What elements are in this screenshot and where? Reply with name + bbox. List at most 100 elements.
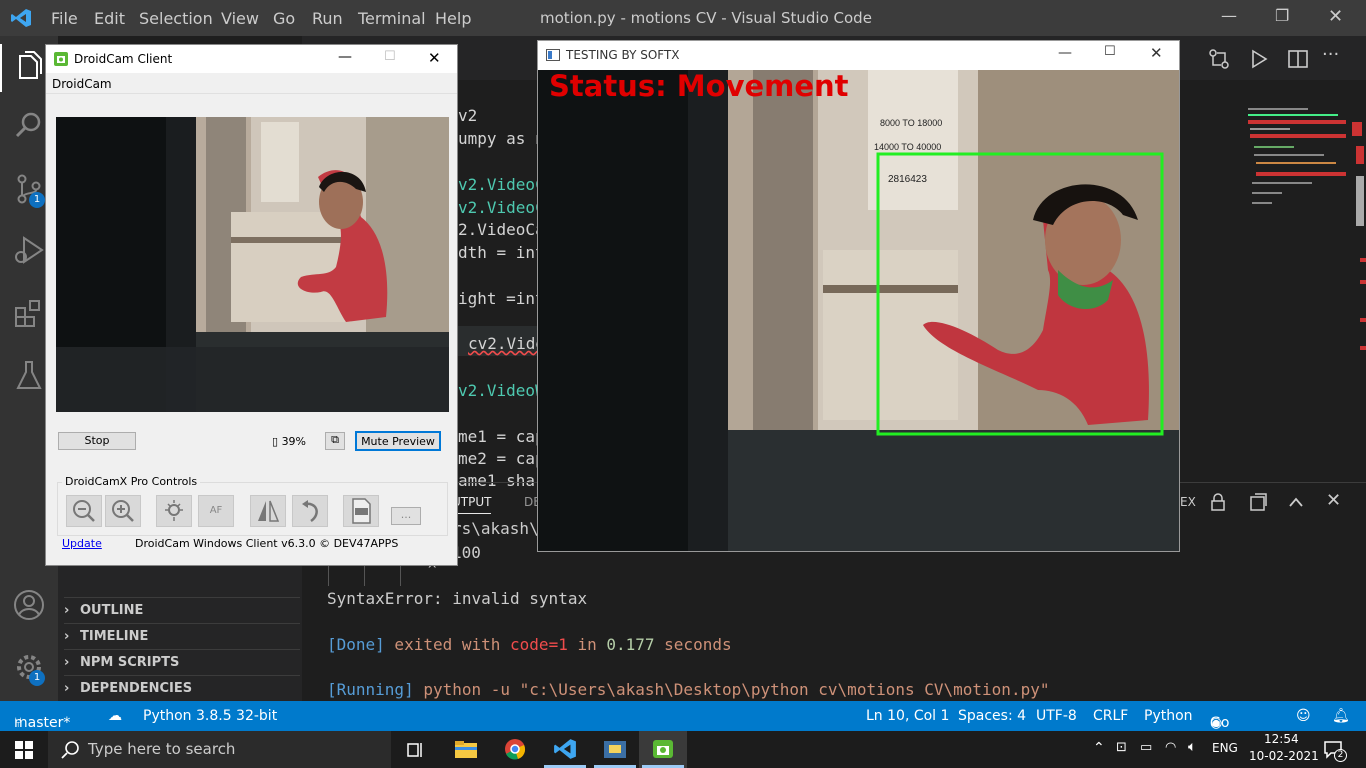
search-icon bbox=[61, 741, 79, 759]
scm-badge: 1 bbox=[29, 192, 45, 208]
output-error: SyntaxError: invalid syntax bbox=[327, 589, 588, 608]
jpg-file-icon bbox=[352, 498, 371, 524]
droidcam-taskbar-icon[interactable] bbox=[651, 738, 675, 760]
more-actions-icon[interactable]: ··· bbox=[1322, 44, 1339, 65]
menu-selection[interactable]: Selection bbox=[139, 9, 213, 28]
clock-time[interactable]: 12:54 bbox=[1264, 732, 1299, 746]
task-view-icon[interactable] bbox=[406, 740, 426, 760]
testing-maximize-icon[interactable]: ☐ bbox=[1104, 44, 1116, 59]
autofocus-button[interactable]: AF bbox=[198, 495, 234, 527]
file-explorer-icon[interactable] bbox=[454, 739, 478, 759]
minimize-icon[interactable]: — bbox=[1221, 6, 1237, 25]
menu-edit[interactable]: Edit bbox=[94, 9, 125, 28]
done-prefix: [Done] bbox=[327, 635, 385, 654]
menu-run[interactable]: Run bbox=[312, 9, 343, 28]
maximize-panel-chevron-up-icon[interactable] bbox=[1287, 494, 1305, 510]
flip-icon bbox=[258, 500, 280, 522]
zoom-in-button[interactable] bbox=[105, 495, 141, 527]
extensions-icon[interactable] bbox=[12, 296, 46, 330]
scrollbar-thumb[interactable] bbox=[1356, 176, 1364, 226]
mute-preview-button[interactable]: Mute Preview bbox=[355, 431, 441, 451]
menu-help[interactable]: Help bbox=[435, 9, 471, 28]
code-line: cv2.Vide bbox=[468, 334, 546, 353]
sidebar-section-timeline[interactable]: › TIMELINE bbox=[64, 623, 300, 649]
code-line: dth = int bbox=[458, 243, 545, 262]
light-bulb-icon bbox=[165, 500, 183, 521]
encoding[interactable]: UTF-8 bbox=[1036, 708, 1077, 724]
close-icon[interactable]: ✕ bbox=[1328, 6, 1343, 27]
split-editor-icon[interactable] bbox=[1287, 48, 1309, 70]
scrollbar-error-marker bbox=[1360, 280, 1366, 284]
minimap[interactable] bbox=[1244, 102, 1348, 518]
run-file-icon[interactable] bbox=[1248, 48, 1270, 70]
clear-output-icon[interactable] bbox=[1248, 492, 1268, 512]
taskbar-search[interactable]: Type here to search bbox=[48, 731, 391, 768]
done-text: exited with bbox=[384, 635, 511, 654]
more-options-button[interactable]: ... bbox=[391, 507, 421, 525]
battery-icon[interactable]: ▭ bbox=[1140, 740, 1152, 755]
sidebar-section-dependencies[interactable]: › DEPENDENCIES bbox=[64, 675, 300, 701]
volume-icon[interactable]: 🔈︎ bbox=[1188, 739, 1196, 755]
search-icon[interactable] bbox=[12, 108, 46, 142]
testing-flask-icon[interactable] bbox=[12, 358, 46, 392]
explorer-icon[interactable] bbox=[12, 48, 46, 82]
notifications-bell-icon[interactable]: 🔔︎ bbox=[1332, 708, 1350, 724]
account-icon[interactable] bbox=[12, 588, 46, 622]
windows-start-icon[interactable] bbox=[15, 741, 33, 759]
clock-date[interactable]: 10-02-2021 bbox=[1249, 749, 1319, 763]
code-line: ame1 shar bbox=[458, 471, 545, 490]
run-debug-icon[interactable] bbox=[12, 233, 46, 267]
language-mode[interactable]: Python bbox=[1144, 708, 1193, 724]
feedback-icon[interactable]: ☺ bbox=[1296, 708, 1311, 724]
active-indicator bbox=[0, 44, 2, 92]
chevron-right-icon: › bbox=[64, 603, 70, 618]
python-window-icon[interactable] bbox=[603, 738, 627, 760]
testing-minimize-icon[interactable]: — bbox=[1058, 45, 1072, 61]
python-interpreter[interactable]: Python 3.8.5 32-bit bbox=[143, 708, 277, 724]
code-line: me2 = cap bbox=[458, 449, 545, 468]
section-label: NPM SCRIPTS bbox=[80, 655, 180, 670]
menu-go[interactable]: Go bbox=[273, 9, 295, 28]
droidcam-close-icon[interactable]: ✕ bbox=[428, 49, 441, 67]
indentation[interactable]: Spaces: 4 bbox=[958, 708, 1026, 724]
lock-icon[interactable] bbox=[1209, 492, 1227, 512]
menu-terminal[interactable]: Terminal bbox=[358, 9, 426, 28]
close-panel-icon[interactable]: ✕ bbox=[1326, 490, 1341, 511]
scrollbar-error-marker bbox=[1360, 258, 1366, 262]
chrome-icon[interactable] bbox=[504, 738, 526, 760]
camera-preview bbox=[56, 117, 449, 412]
mirror-button[interactable] bbox=[250, 495, 286, 527]
end-of-line[interactable]: CRLF bbox=[1093, 708, 1128, 724]
droidcam-minimize-icon[interactable]: — bbox=[338, 49, 352, 65]
search-placeholder: Type here to search bbox=[88, 740, 236, 758]
screenshot-button[interactable]: ⧉ bbox=[325, 432, 345, 450]
section-label: TIMELINE bbox=[80, 629, 149, 644]
battery-status: ▯ 39% bbox=[272, 435, 306, 448]
meet-now-icon[interactable]: ⊡ bbox=[1116, 740, 1127, 755]
zoom-out-icon bbox=[73, 500, 95, 522]
vscode-logo-icon bbox=[11, 9, 31, 27]
jpg-save-button[interactable] bbox=[343, 495, 379, 527]
testing-close-icon[interactable]: ✕ bbox=[1150, 44, 1163, 62]
compare-changes-icon[interactable] bbox=[1208, 48, 1230, 70]
flash-button[interactable] bbox=[156, 495, 192, 527]
wifi-icon[interactable]: ◠ bbox=[1165, 740, 1176, 755]
panel-dropdown-edge[interactable]: EX bbox=[1180, 495, 1196, 509]
chevron-right-icon: › bbox=[64, 655, 70, 670]
zoom-out-button[interactable] bbox=[66, 495, 102, 527]
stop-button[interactable]: Stop bbox=[58, 432, 136, 450]
sidebar-section-npm-scripts[interactable]: › NPM SCRIPTS bbox=[64, 649, 300, 675]
update-link[interactable]: Update bbox=[62, 537, 102, 550]
rotate-button[interactable] bbox=[292, 495, 328, 527]
vscode-taskbar-icon[interactable] bbox=[553, 738, 577, 760]
sidebar-section-outline[interactable]: › OUTLINE bbox=[64, 597, 300, 623]
menu-view[interactable]: View bbox=[221, 9, 259, 28]
cursor-position[interactable]: Ln 10, Col 1 bbox=[866, 708, 949, 724]
copy-windows-icon: ⧉ bbox=[331, 433, 339, 446]
sync-icon[interactable]: ☁ bbox=[108, 708, 122, 724]
input-language[interactable]: ENG bbox=[1212, 741, 1238, 755]
droidcam-menu[interactable]: DroidCam bbox=[52, 77, 112, 91]
restore-icon[interactable]: ❐ bbox=[1275, 6, 1289, 25]
menu-file[interactable]: File bbox=[51, 9, 78, 28]
chevron-up-icon[interactable]: ⌃ bbox=[1093, 740, 1105, 756]
